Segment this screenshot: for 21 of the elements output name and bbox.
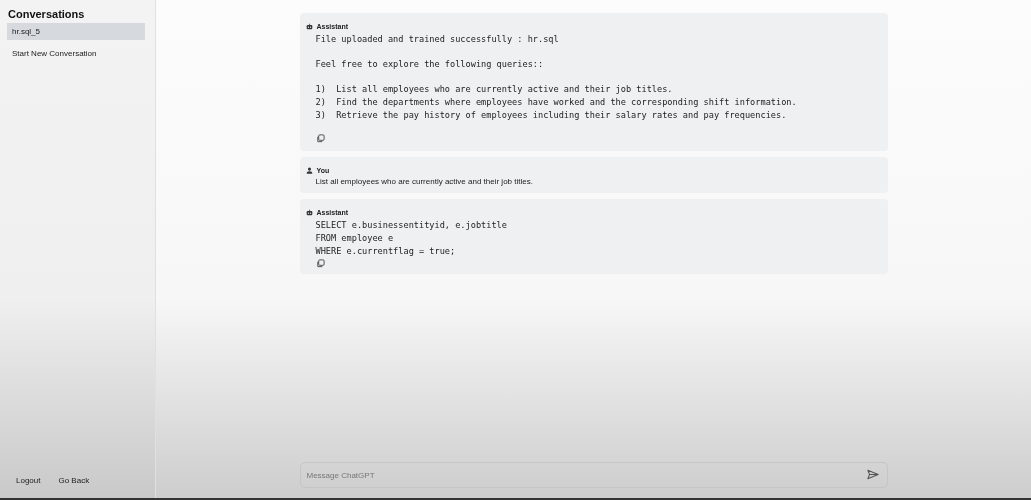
message-text: SELECT e.businessentityid, e.jobtitle [315,219,508,232]
message-text: Feel free to explore the following queries:: [315,58,545,71]
robot-icon [305,209,313,216]
person-icon [305,167,313,174]
conversation-item[interactable]: hr.sql_5 [7,23,145,40]
footer-link[interactable]: Go Back [58,476,90,485]
message-text: FROM employee e [315,232,395,245]
footer-link[interactable]: Logout [16,476,41,485]
send-icon[interactable] [866,469,879,480]
message-input[interactable]: Message ChatGPT [299,462,888,488]
new-conversation-link[interactable]: Start New Conversation [0,40,155,67]
message-text: WHERE e.currentflag = true; [315,245,457,258]
message-text: 3) Retrieve the pay history of employees including their salary rates and pay frequencies. [315,109,788,122]
message-text: 2) Find the departments where employees have worked and the corresponding shift information. [315,96,798,109]
copy-icon[interactable] [315,134,325,143]
message-text: List all employees who are currently active and their job titles. [315,177,534,186]
copy-icon[interactable] [315,259,325,268]
robot-icon [305,23,313,30]
message-text: 1) List all employees who are currently active and their job titles. [315,83,674,96]
message-text: File uploaded and trained successfully : hr.sql [315,33,560,46]
sidebar-title: Conversations [7,8,86,22]
